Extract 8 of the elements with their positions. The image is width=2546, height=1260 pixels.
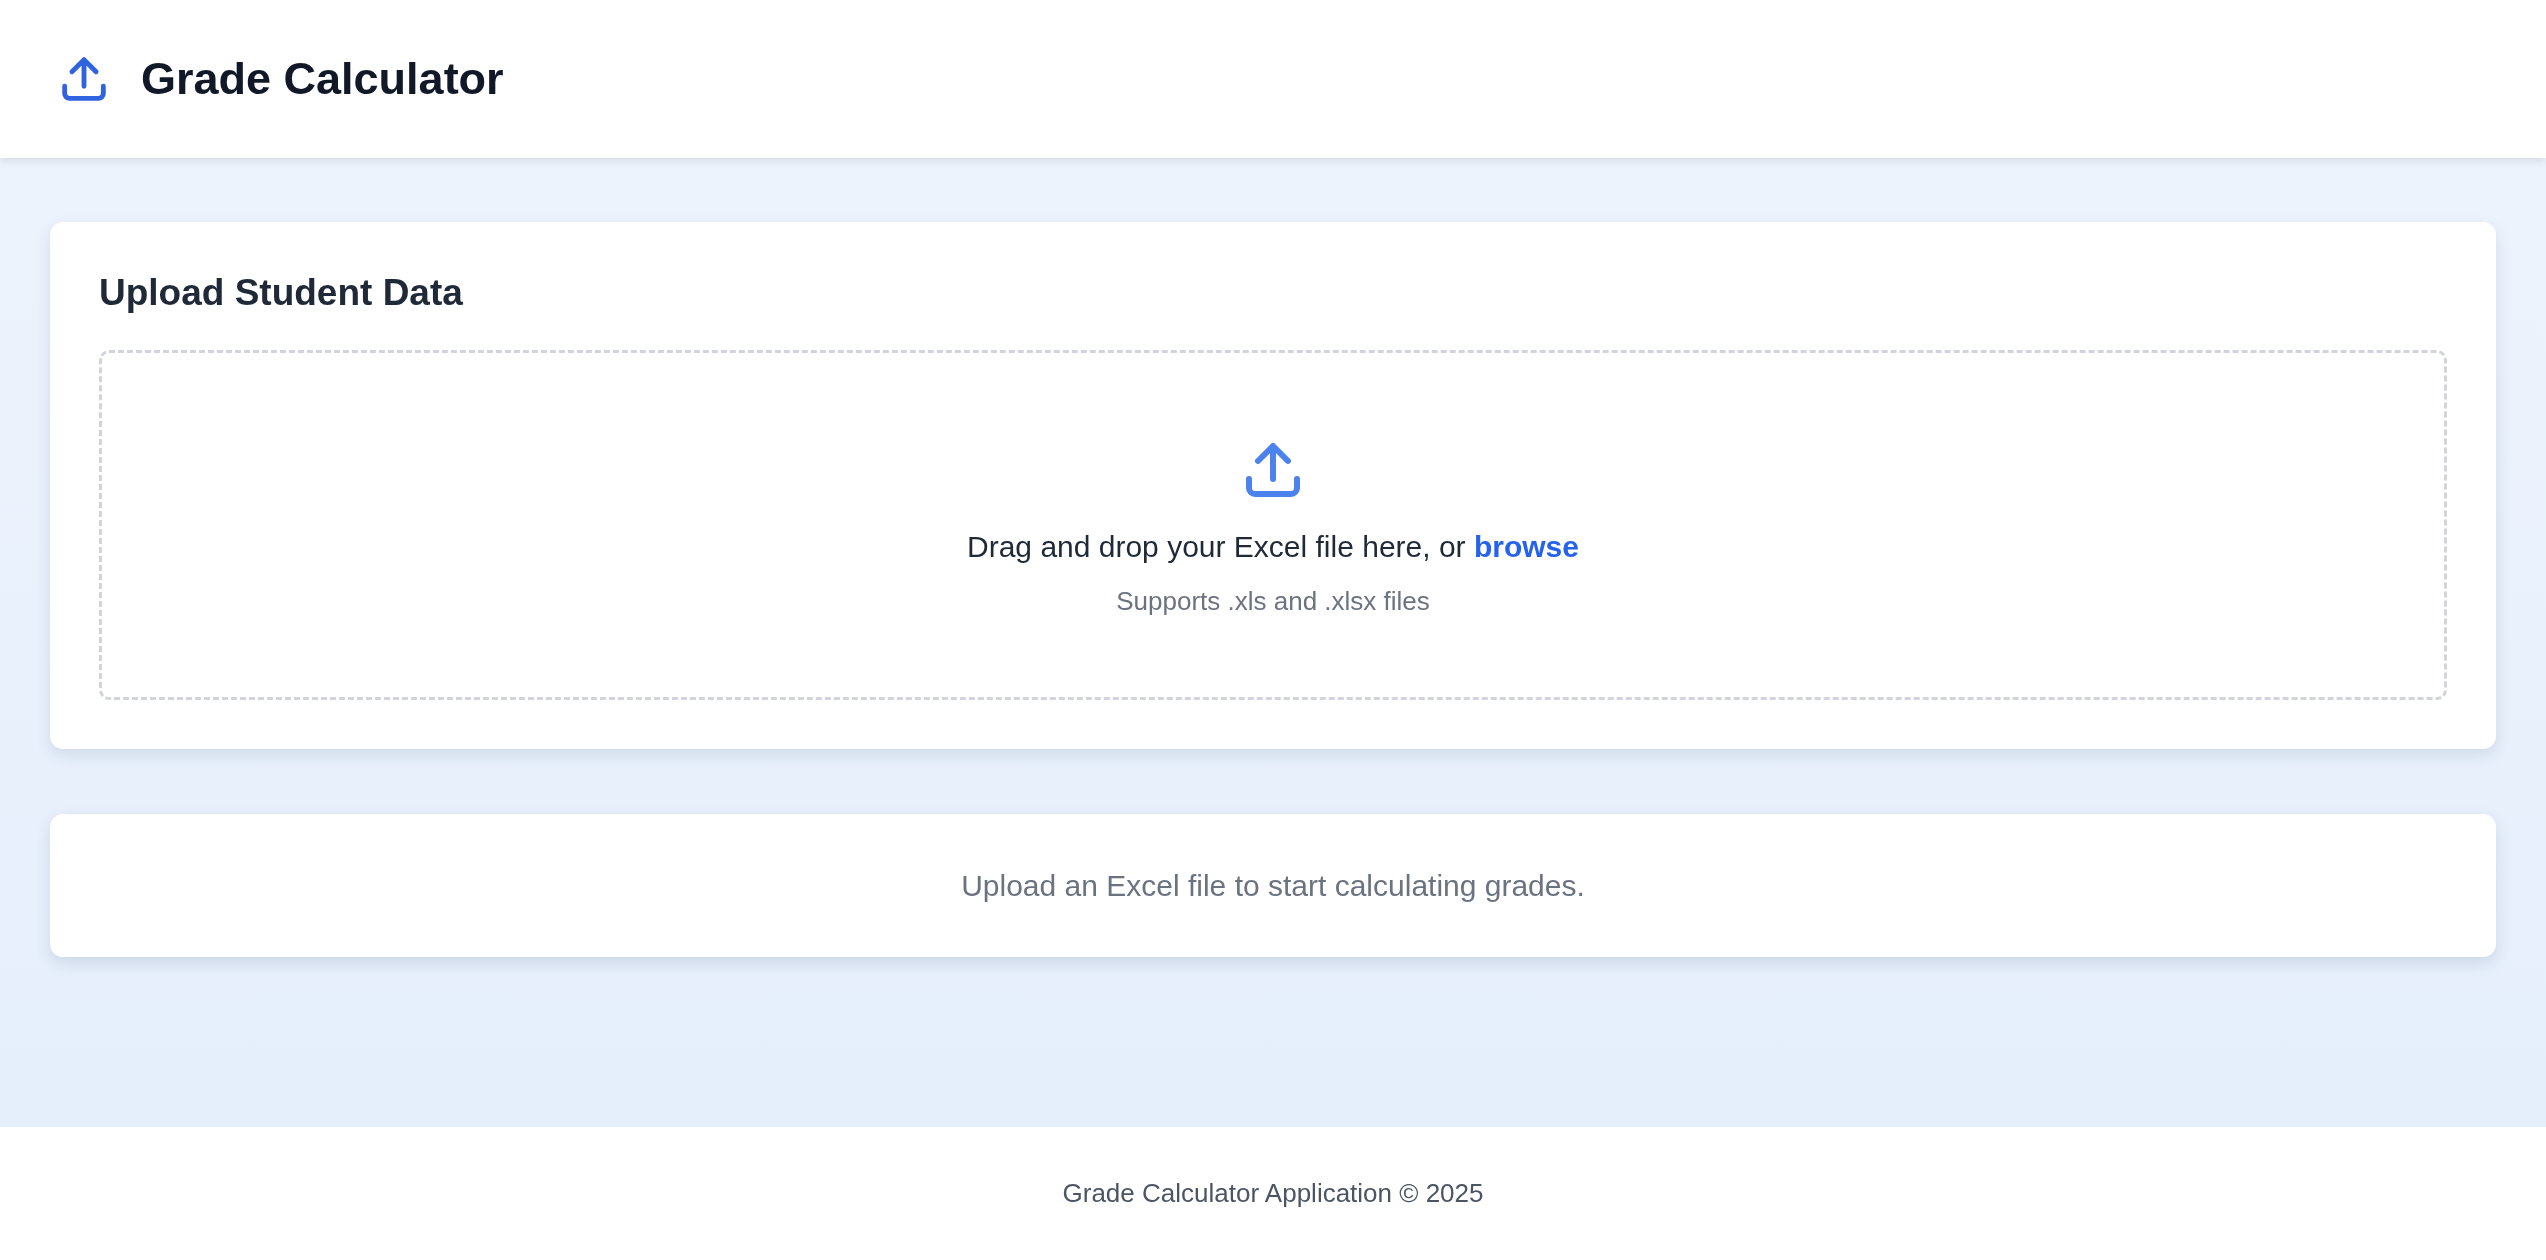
browse-link[interactable]: browse [1473,529,1579,563]
file-type-hint: Supports .xls and .xlsx files [1116,585,1430,617]
drop-prompt: Drag and drop your Excel file here, or browse [967,529,1579,564]
app-title: Grade Calculator [141,53,504,105]
footer-text: Grade Calculator Application © 2025 [1062,1178,1484,1209]
status-message: Upload an Excel file to start calculating grades. [961,868,1585,903]
card-title: Upload Student Data [99,272,464,314]
file-drop-zone[interactable]: Drag and drop your Excel file here, or browse Supports .xls and .xlsx files [99,350,2447,700]
